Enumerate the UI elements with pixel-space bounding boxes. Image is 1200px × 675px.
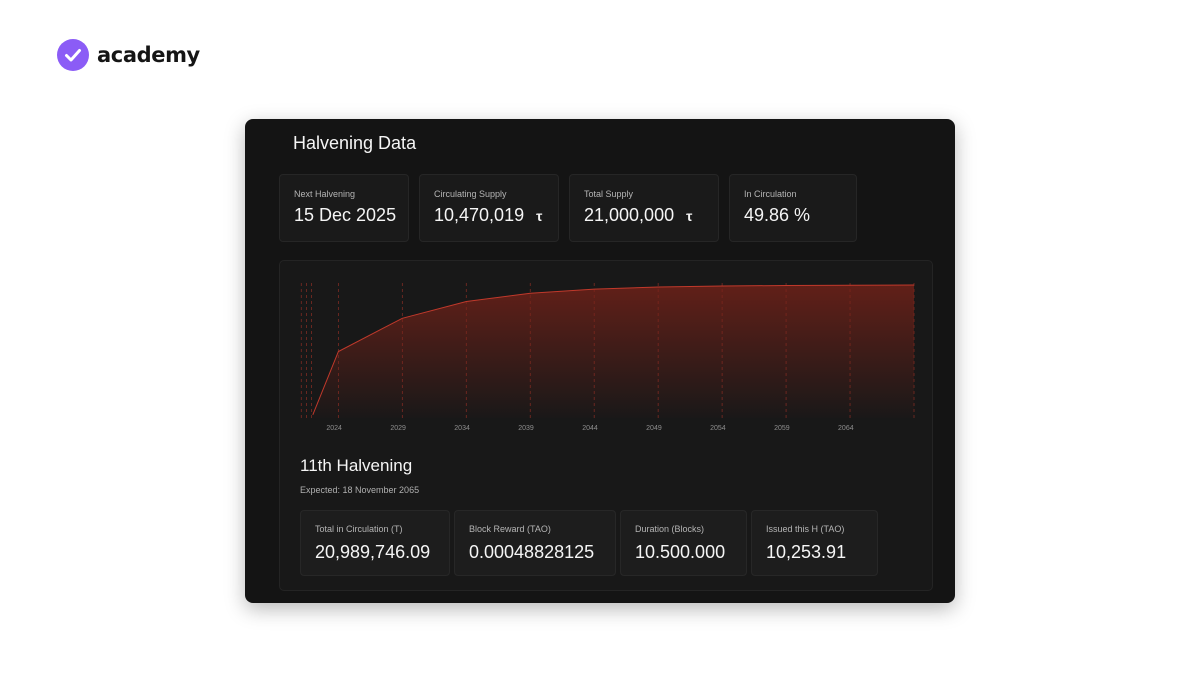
detail-value-row: 0.00048828125 bbox=[469, 542, 601, 563]
academy-logo-icon bbox=[57, 38, 89, 71]
stat-value-row: 49.86 % bbox=[744, 205, 842, 226]
stat-value-row: 15 Dec 2025 bbox=[294, 205, 397, 226]
x-tick-label: 2059 bbox=[774, 425, 790, 432]
detail-value-row: 10,253.91 bbox=[766, 542, 863, 563]
x-tick-label: 2049 bbox=[646, 425, 662, 432]
supply-area bbox=[312, 285, 914, 418]
halvening-title: 11th Halvening bbox=[300, 456, 413, 475]
detail-value: 0.00048828125 bbox=[469, 542, 595, 562]
tao-icon: τ bbox=[686, 207, 693, 224]
x-tick-label: 2044 bbox=[582, 425, 598, 432]
brand[interactable]: academy bbox=[57, 38, 200, 71]
detail-card-total-circulation: Total in Circulation (T) 20,989,746.09 bbox=[300, 510, 450, 576]
x-tick-label: 2029 bbox=[390, 425, 406, 432]
stat-value-row: 21,000,000 τ bbox=[584, 205, 704, 226]
stat-value: 10,470,019 bbox=[434, 205, 525, 225]
detail-card-duration: Duration (Blocks) 10.500.000 bbox=[620, 510, 747, 576]
detail-value-row: 20,989,746.09 bbox=[315, 542, 435, 563]
panel-title: Halvening Data bbox=[293, 133, 417, 153]
detail-label: Total in Circulation (T) bbox=[315, 524, 403, 534]
halvening-panel: Halvening Data Next Halvening 15 Dec 202… bbox=[245, 119, 955, 603]
stat-label: Total Supply bbox=[584, 189, 634, 199]
stat-label: Next Halvening bbox=[294, 189, 356, 199]
x-tick-label: 2039 bbox=[518, 425, 534, 432]
stat-card-next-halvening: Next Halvening 15 Dec 2025 bbox=[279, 174, 409, 242]
tao-icon: τ bbox=[536, 207, 543, 224]
halvening-expected-date: Expected: 18 November 2065 bbox=[300, 485, 420, 495]
stat-card-circulating-supply: Circulating Supply 10,470,019 τ bbox=[419, 174, 559, 242]
detail-label: Duration (Blocks) bbox=[635, 524, 705, 534]
detail-card-block-reward: Block Reward (TAO) 0.00048828125 bbox=[454, 510, 616, 576]
supply-chart: 2024 2029 2034 2039 2044 2049 2054 2059 2064 bbox=[300, 283, 915, 432]
detail-label: Block Reward (TAO) bbox=[469, 524, 551, 534]
stat-value-row: 10,470,019 τ bbox=[434, 205, 544, 226]
detail-value-row: 10.500.000 bbox=[635, 542, 732, 563]
stat-label: Circulating Supply bbox=[434, 189, 507, 199]
detail-value: 10.500.000 bbox=[635, 542, 726, 562]
detail-card-issued: Issued this H (TAO) 10,253.91 bbox=[751, 510, 878, 576]
x-tick-label: 2024 bbox=[326, 425, 342, 432]
x-tick-label: 2034 bbox=[454, 425, 470, 432]
stat-label: In Circulation bbox=[744, 189, 797, 199]
stat-value: 15 Dec 2025 bbox=[294, 205, 397, 225]
brand-name: academy bbox=[97, 42, 200, 67]
stat-value: 21,000,000 bbox=[584, 205, 675, 225]
stat-card-total-supply: Total Supply 21,000,000 τ bbox=[569, 174, 719, 242]
x-tick-label: 2054 bbox=[710, 425, 726, 432]
chart-section: 2024 2029 2034 2039 2044 2049 2054 2059 2064 11t… bbox=[279, 260, 933, 591]
stat-card-in-circulation: In Circulation 49.86 % bbox=[729, 174, 857, 242]
detail-value: 20,989,746.09 bbox=[315, 542, 431, 562]
stat-value: 49.86 % bbox=[744, 205, 811, 225]
x-tick-label: 2064 bbox=[838, 425, 854, 432]
detail-value: 10,253.91 bbox=[766, 542, 847, 562]
detail-label: Issued this H (TAO) bbox=[766, 524, 845, 534]
